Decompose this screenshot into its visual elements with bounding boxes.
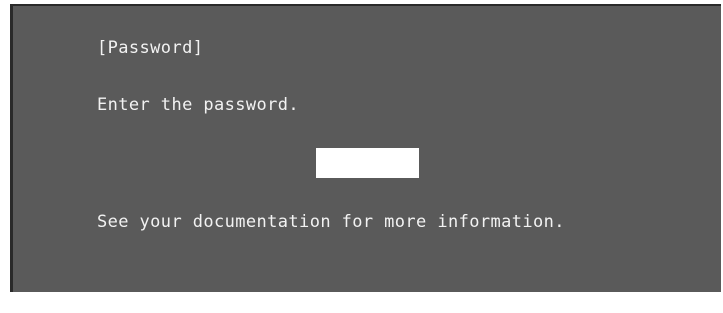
password-dialog: [Password] Enter the password. See your …: [10, 4, 721, 292]
password-prompt: Enter the password.: [97, 95, 300, 115]
dialog-title: [Password]: [97, 38, 204, 58]
help-text: See your documentation for more informat…: [97, 212, 565, 232]
password-input[interactable]: [316, 148, 419, 178]
screen: [Password] Enter the password. See your …: [0, 0, 723, 313]
